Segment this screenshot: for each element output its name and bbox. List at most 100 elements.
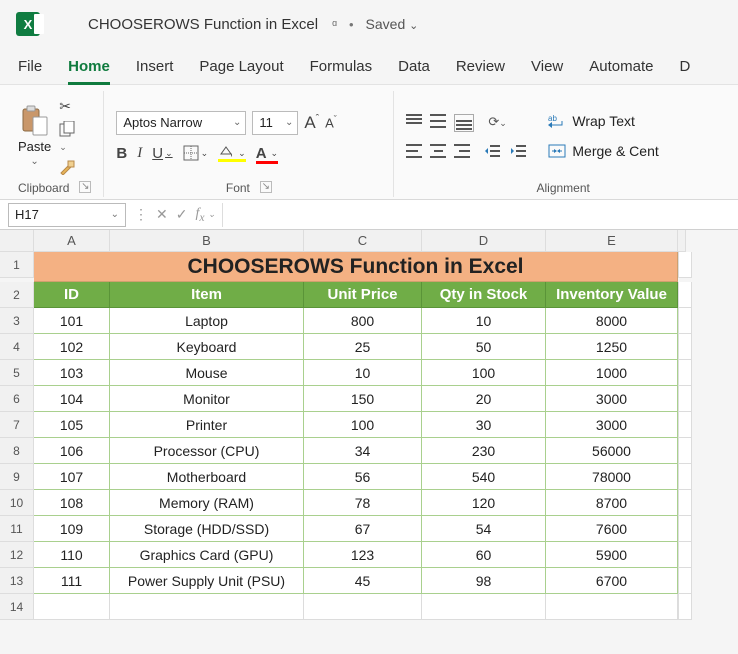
- table-cell[interactable]: 50: [422, 334, 546, 360]
- column-header[interactable]: D: [422, 230, 546, 252]
- table-cell[interactable]: 78: [304, 490, 422, 516]
- increase-indent-icon[interactable]: [510, 144, 528, 158]
- table-cell[interactable]: 8000: [546, 308, 678, 334]
- wrap-text-button[interactable]: ab Wrap Text: [548, 113, 658, 129]
- align-bottom-icon[interactable]: [454, 114, 474, 132]
- fx-icon[interactable]: fx ⌄: [195, 206, 215, 224]
- table-cell[interactable]: 100: [304, 412, 422, 438]
- table-header-cell[interactable]: Unit Price: [304, 282, 422, 308]
- select-all-corner[interactable]: [0, 230, 34, 252]
- table-cell[interactable]: 120: [422, 490, 546, 516]
- copy-icon[interactable]: ⌄: [59, 121, 77, 153]
- table-cell[interactable]: Keyboard: [110, 334, 304, 360]
- formula-more-icon[interactable]: ⋮: [134, 206, 148, 223]
- table-cell[interactable]: 34: [304, 438, 422, 464]
- table-cell[interactable]: 45: [304, 568, 422, 594]
- table-cell[interactable]: 230: [422, 438, 546, 464]
- table-cell[interactable]: Storage (HDD/SSD): [110, 516, 304, 542]
- table-cell[interactable]: 107: [34, 464, 110, 490]
- merge-center-button[interactable]: Merge & Cent: [548, 143, 658, 159]
- cell[interactable]: [678, 252, 692, 278]
- paste-icon[interactable]: [21, 105, 49, 137]
- cell[interactable]: [678, 464, 692, 490]
- italic-button[interactable]: I: [137, 145, 142, 162]
- decrease-indent-icon[interactable]: [484, 144, 502, 158]
- cell[interactable]: [678, 594, 692, 620]
- column-header[interactable]: E: [546, 230, 678, 252]
- table-cell[interactable]: 67: [304, 516, 422, 542]
- worksheet-grid[interactable]: ABCDE1CHOOSEROWS Function in Excel2IDIte…: [0, 230, 738, 620]
- table-cell[interactable]: Monitor: [110, 386, 304, 412]
- table-cell[interactable]: 7600: [546, 516, 678, 542]
- table-cell[interactable]: 103: [34, 360, 110, 386]
- table-cell[interactable]: 101: [34, 308, 110, 334]
- table-cell[interactable]: 6700: [546, 568, 678, 594]
- column-header[interactable]: C: [304, 230, 422, 252]
- increase-font-icon[interactable]: Aˆ: [304, 113, 319, 133]
- align-middle-icon[interactable]: [430, 114, 446, 132]
- row-header[interactable]: 4: [0, 334, 34, 360]
- fill-color-icon[interactable]: ⌄: [218, 146, 246, 160]
- sheet-title-cell[interactable]: CHOOSEROWS Function in Excel: [34, 252, 678, 282]
- table-cell[interactable]: 5900: [546, 542, 678, 568]
- cell[interactable]: [110, 594, 304, 620]
- tab-more[interactable]: D: [679, 54, 690, 79]
- align-top-icon[interactable]: [406, 114, 422, 132]
- font-color-icon[interactable]: A ⌄: [256, 145, 278, 162]
- save-status[interactable]: Saved ⌄: [366, 16, 419, 32]
- cell[interactable]: [678, 516, 692, 542]
- tab-automate[interactable]: Automate: [589, 54, 653, 79]
- row-header[interactable]: 9: [0, 464, 34, 490]
- cell[interactable]: [678, 568, 692, 594]
- formula-input[interactable]: [222, 203, 738, 227]
- table-cell[interactable]: 108: [34, 490, 110, 516]
- paste-dropdown[interactable]: ⌄: [30, 156, 38, 167]
- table-cell[interactable]: 60: [422, 542, 546, 568]
- cell[interactable]: [34, 594, 110, 620]
- format-painter-icon[interactable]: [59, 159, 77, 175]
- row-header[interactable]: 2: [0, 282, 34, 308]
- name-box[interactable]: H17 ⌄: [8, 203, 126, 227]
- table-cell[interactable]: 25: [304, 334, 422, 360]
- font-size-dropdown[interactable]: 11⌄: [252, 111, 298, 135]
- table-cell[interactable]: Power Supply Unit (PSU): [110, 568, 304, 594]
- tab-view[interactable]: View: [531, 54, 563, 79]
- table-cell[interactable]: 78000: [546, 464, 678, 490]
- share-icon[interactable]: ᵅ: [332, 17, 337, 32]
- column-header[interactable]: B: [110, 230, 304, 252]
- table-cell[interactable]: 3000: [546, 412, 678, 438]
- align-right-icon[interactable]: [454, 144, 470, 158]
- row-header[interactable]: 8: [0, 438, 34, 464]
- table-cell[interactable]: 104: [34, 386, 110, 412]
- table-header-cell[interactable]: Inventory Value: [546, 282, 678, 308]
- row-header[interactable]: 13: [0, 568, 34, 594]
- tab-formulas[interactable]: Formulas: [310, 54, 373, 79]
- table-cell[interactable]: 540: [422, 464, 546, 490]
- table-cell[interactable]: 800: [304, 308, 422, 334]
- table-cell[interactable]: 111: [34, 568, 110, 594]
- row-header[interactable]: 11: [0, 516, 34, 542]
- cell[interactable]: [304, 594, 422, 620]
- enter-formula-icon[interactable]: ✓: [176, 206, 188, 223]
- row-header[interactable]: 12: [0, 542, 34, 568]
- row-header[interactable]: 10: [0, 490, 34, 516]
- table-cell[interactable]: 150: [304, 386, 422, 412]
- row-header[interactable]: 5: [0, 360, 34, 386]
- cancel-formula-icon[interactable]: ✕: [156, 206, 168, 223]
- row-header[interactable]: 7: [0, 412, 34, 438]
- row-header[interactable]: 14: [0, 594, 34, 620]
- table-cell[interactable]: 106: [34, 438, 110, 464]
- table-cell[interactable]: Memory (RAM): [110, 490, 304, 516]
- tab-page-layout[interactable]: Page Layout: [199, 54, 283, 79]
- table-cell[interactable]: 109: [34, 516, 110, 542]
- align-center-icon[interactable]: [430, 144, 446, 158]
- row-header[interactable]: 6: [0, 386, 34, 412]
- table-cell[interactable]: 105: [34, 412, 110, 438]
- table-cell[interactable]: 1250: [546, 334, 678, 360]
- table-cell[interactable]: Mouse: [110, 360, 304, 386]
- table-cell[interactable]: 3000: [546, 386, 678, 412]
- table-cell[interactable]: 56: [304, 464, 422, 490]
- borders-icon[interactable]: ⌄: [183, 145, 209, 161]
- column-header[interactable]: A: [34, 230, 110, 252]
- table-cell[interactable]: 30: [422, 412, 546, 438]
